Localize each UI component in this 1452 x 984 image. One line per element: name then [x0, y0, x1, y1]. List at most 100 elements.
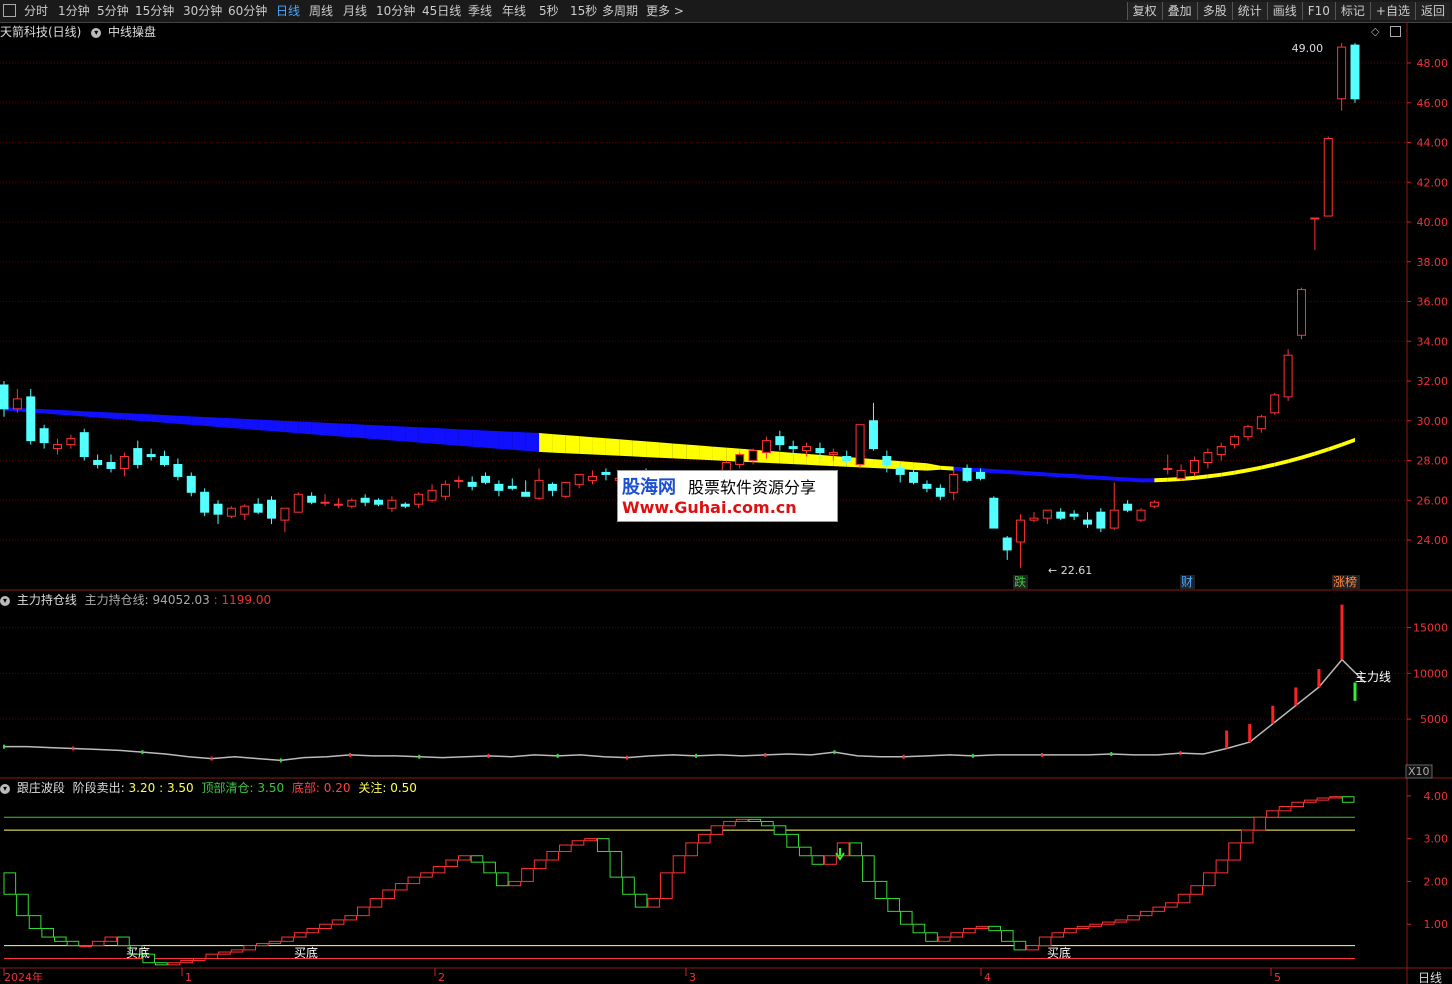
band-box [1152, 906, 1166, 912]
candle-body [374, 499, 384, 505]
candle-body [213, 503, 223, 515]
band-box [521, 868, 534, 882]
ytick-label: 34.00 [1417, 335, 1449, 348]
band-box [319, 923, 332, 929]
ma-band-segment [111, 412, 125, 420]
ma-band-segment [793, 452, 807, 465]
band-box [950, 932, 964, 938]
candle-body [868, 420, 878, 450]
candle-body [119, 456, 129, 469]
candle-body [414, 493, 424, 505]
band-box [243, 945, 257, 951]
candle-body [1149, 501, 1159, 507]
candle-body [949, 473, 959, 493]
scale-label: X10 [1408, 765, 1430, 778]
band-box [975, 925, 989, 929]
ma-band-segment [779, 451, 794, 465]
band-box [256, 942, 269, 947]
ma-band-segment [391, 425, 406, 442]
ma-band-segment [164, 415, 178, 424]
band-box [3, 872, 17, 895]
ytick-label: 2.00 [1424, 875, 1449, 888]
ytick-label: 28.00 [1417, 455, 1449, 468]
band-box [268, 940, 282, 944]
xtick-label: 2024年 [4, 970, 43, 984]
candle-body [1283, 354, 1293, 398]
ma-band-segment [819, 454, 834, 467]
candle-body [267, 499, 277, 519]
band-box [205, 953, 219, 959]
band-box [862, 855, 875, 882]
band-box [117, 936, 130, 947]
candle-body [12, 398, 22, 410]
ma-band-segment [565, 435, 580, 454]
candle-body [387, 499, 397, 509]
ma-band-segment [284, 420, 299, 434]
ma-band-segment [151, 414, 165, 423]
ma-band-segment [70, 410, 85, 417]
ytick-label: 48.00 [1417, 57, 1449, 70]
candle-body [26, 396, 36, 442]
band-box [1064, 927, 1077, 934]
band-box [293, 932, 307, 938]
ma-band-segment [204, 416, 219, 427]
candle-body [1042, 509, 1052, 519]
candle-body [1203, 452, 1213, 463]
candle-body [1243, 426, 1253, 438]
candle-body [280, 507, 290, 521]
candle-body [521, 491, 531, 497]
band-box [1051, 932, 1065, 938]
candle-body [226, 507, 236, 517]
band-box [41, 927, 55, 938]
band-box [218, 951, 231, 955]
candle-body [1096, 511, 1106, 529]
band-box [937, 936, 951, 942]
ytick-label: 30.00 [1417, 415, 1449, 428]
ma-band-segment [1074, 474, 1088, 479]
candle-body [1082, 519, 1092, 525]
candle-body [1189, 460, 1199, 473]
band-box [1114, 919, 1128, 923]
ma-band-segment [806, 453, 820, 466]
ma-band-segment [686, 444, 700, 460]
candle-body [775, 436, 785, 446]
ma-band-segment [1087, 475, 1101, 480]
band-box [331, 919, 345, 925]
band-box [445, 859, 459, 867]
ytick-label: 4.00 [1424, 790, 1449, 803]
band-box [180, 960, 193, 964]
band-box [761, 821, 774, 827]
band-box [710, 825, 724, 835]
candle-body [962, 467, 972, 481]
ma-band-segment [1301, 451, 1315, 460]
band-box [1303, 799, 1317, 803]
candle-body [347, 499, 357, 507]
band-box [16, 893, 29, 917]
ytick-label: 3.00 [1424, 833, 1449, 846]
main-force-line [4, 658, 1366, 762]
candle-body [748, 450, 758, 461]
ma-band-segment [124, 413, 138, 421]
band-box [798, 846, 812, 857]
candle-body [186, 475, 196, 493]
ytick-label: 40.00 [1417, 216, 1449, 229]
xtick-label: 4 [984, 971, 991, 984]
candle-body [106, 461, 116, 469]
candle-body [240, 505, 250, 515]
band-box [874, 880, 888, 900]
low-price-label: ← 22.61 [1048, 564, 1092, 577]
band-box [559, 844, 572, 852]
candle-body [1136, 509, 1146, 521]
band-box [748, 818, 762, 823]
ma-band-segment [1047, 472, 1061, 478]
candle-body [909, 471, 919, 483]
candle-body [574, 473, 584, 485]
band-box [584, 838, 597, 842]
ma-band-segment [539, 433, 553, 453]
candle-body [333, 503, 343, 506]
ma-band-segment [1314, 447, 1329, 456]
band-box [622, 876, 635, 895]
ytick-label: 38.00 [1417, 256, 1449, 269]
high-price-label: 49.00 [1292, 42, 1324, 55]
ytick-label: 24.00 [1417, 534, 1449, 547]
